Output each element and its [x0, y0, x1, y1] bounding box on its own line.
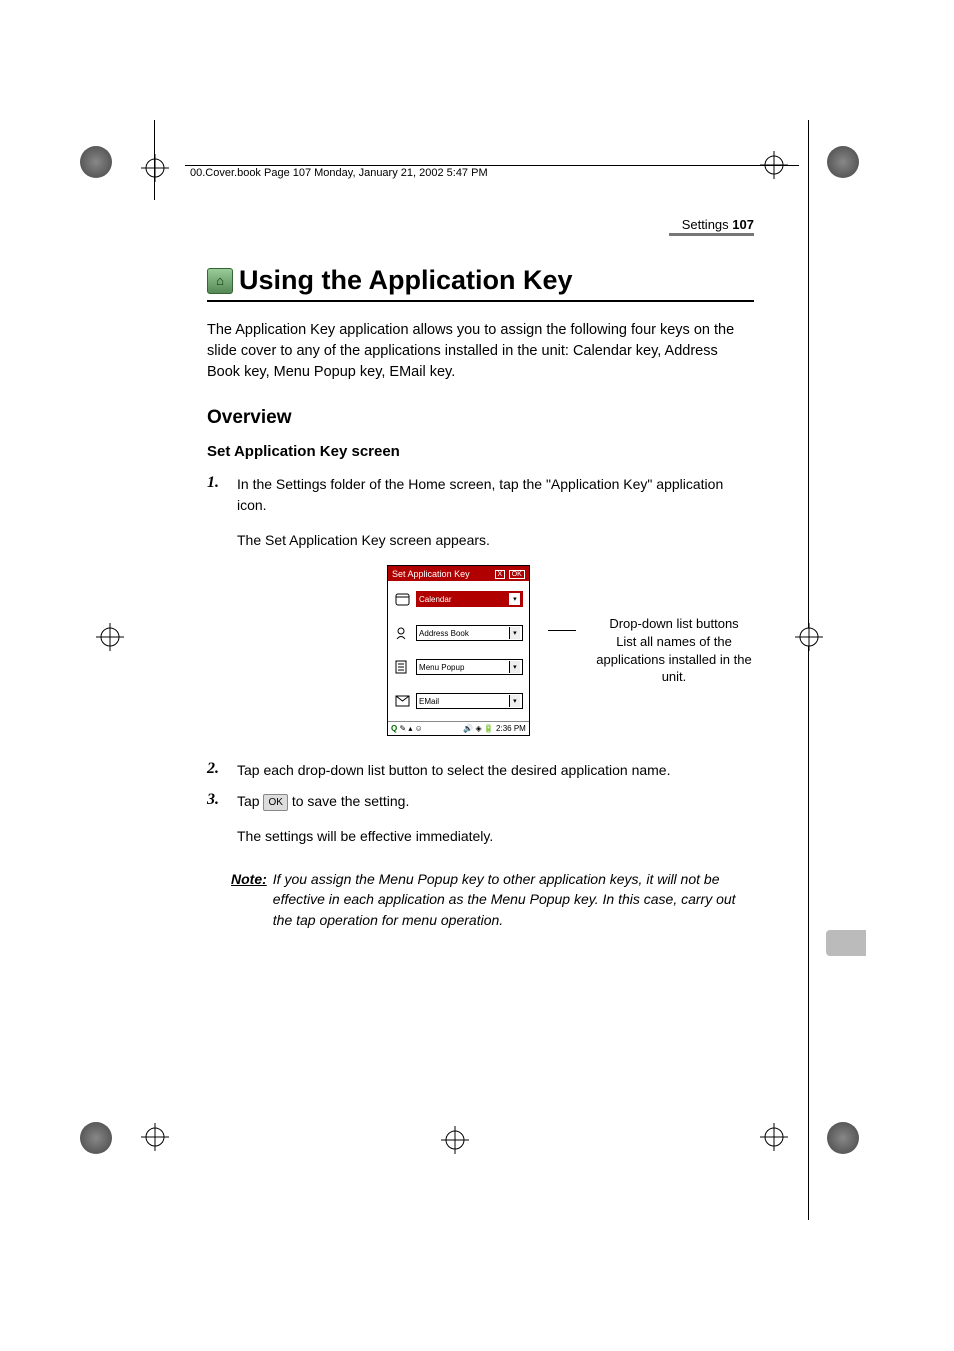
- step-text: Tap each drop-down list button to select…: [237, 760, 754, 781]
- overview-heading: Overview: [207, 407, 754, 429]
- chevron-down-icon: ▾: [509, 627, 520, 639]
- step-text-post: to save the setting.: [292, 793, 410, 809]
- chevron-down-icon: ▾: [509, 661, 520, 673]
- step-result: The Set Application Key screen appears.: [237, 530, 754, 551]
- step-text-pre: Tap: [237, 793, 263, 809]
- pda-row-email: EMail ▾: [394, 693, 523, 709]
- pda-titlebar: Set Application Key X OK: [388, 566, 529, 581]
- pda-row-addressbook: Address Book ▾: [394, 625, 523, 641]
- crosshair-icon: [140, 1122, 170, 1152]
- app-key-icon: ⌂: [207, 268, 233, 294]
- title-separator: [207, 300, 754, 302]
- print-mark: [80, 1122, 112, 1154]
- taskbar-left: Q ✎ ▴ ☺: [391, 724, 423, 733]
- pda-screenshot: Set Application Key X OK Calendar ▾: [387, 565, 530, 736]
- chevron-down-icon: ▾: [509, 593, 520, 605]
- pda-close-button[interactable]: X: [495, 570, 506, 579]
- addressbook-icon: [394, 625, 410, 641]
- crosshair-icon: [759, 1122, 789, 1152]
- step-number: 1.: [207, 474, 225, 551]
- email-dropdown[interactable]: EMail ▾: [416, 693, 523, 709]
- note-label: Note:: [231, 869, 267, 930]
- print-mark: [827, 1122, 859, 1154]
- taskbar-right: 🔊 ◈ 🔋 2:36 PM: [463, 724, 526, 733]
- taskbar-time: 2:36 PM: [496, 724, 526, 733]
- step-number: 2.: [207, 760, 225, 781]
- crosshair-icon: [140, 153, 170, 183]
- calendar-icon: [394, 591, 410, 607]
- step-number: 3.: [207, 791, 225, 847]
- annotation-callout: Drop-down list buttons List all names of…: [594, 615, 754, 685]
- crosshair-icon: [95, 622, 125, 652]
- dropdown-value: Address Book: [419, 629, 469, 638]
- header-section: Settings: [682, 217, 729, 232]
- annotation-line2: List all names of the applications insta…: [594, 633, 754, 686]
- pda-ok-button[interactable]: OK: [509, 570, 525, 579]
- chapter-thumb-tab: [826, 930, 866, 956]
- pda-taskbar: Q ✎ ▴ ☺ 🔊 ◈ 🔋 2:36 PM: [388, 721, 529, 735]
- annotation-line1: Drop-down list buttons: [594, 615, 754, 633]
- calendar-dropdown[interactable]: Calendar ▾: [416, 591, 523, 607]
- note-block: Note: If you assign the Menu Popup key t…: [231, 869, 754, 930]
- chevron-down-icon: ▾: [509, 695, 520, 707]
- print-mark: [827, 146, 859, 178]
- pda-row-menu: Menu Popup ▾: [394, 659, 523, 675]
- running-header: Settings 107: [682, 217, 754, 232]
- sub-heading: Set Application Key screen: [207, 443, 754, 460]
- header-rule: [185, 165, 799, 166]
- print-mark: [80, 146, 112, 178]
- step-2: 2. Tap each drop-down list button to sel…: [207, 760, 754, 781]
- step-result: The settings will be effective immediate…: [237, 826, 754, 847]
- note-text: If you assign the Menu Popup key to othe…: [273, 869, 754, 930]
- book-tag: 00.Cover.book Page 107 Monday, January 2…: [190, 167, 488, 179]
- intro-paragraph: The Application Key application allows y…: [207, 320, 754, 383]
- email-icon: [394, 693, 410, 709]
- dropdown-value: EMail: [419, 697, 439, 706]
- step-text: In the Settings folder of the Home scree…: [237, 474, 754, 516]
- step-3: 3. Tap OK to save the setting. The setti…: [207, 791, 754, 847]
- crosshair-icon: [440, 1125, 470, 1155]
- pda-title-text: Set Application Key: [392, 569, 470, 579]
- crop-line: [808, 120, 809, 1220]
- crop-line: [154, 120, 155, 200]
- page-title: ⌂ Using the Application Key: [207, 265, 754, 296]
- dropdown-value: Calendar: [419, 595, 451, 604]
- page-number: 107: [732, 217, 754, 232]
- step-1: 1. In the Settings folder of the Home sc…: [207, 474, 754, 551]
- ok-button-inline[interactable]: OK: [263, 794, 287, 811]
- crosshair-icon: [794, 622, 824, 652]
- header-underline: [669, 233, 754, 236]
- menu-dropdown[interactable]: Menu Popup ▾: [416, 659, 523, 675]
- pda-title-buttons: X OK: [494, 568, 525, 579]
- addressbook-dropdown[interactable]: Address Book ▾: [416, 625, 523, 641]
- annotation-leader-line: [548, 630, 576, 631]
- dropdown-value: Menu Popup: [419, 663, 464, 672]
- page-title-text: Using the Application Key: [239, 265, 573, 296]
- screenshot-annotation-row: Set Application Key X OK Calendar ▾: [247, 565, 754, 736]
- menu-icon: [394, 659, 410, 675]
- pda-row-calendar: Calendar ▾: [394, 591, 523, 607]
